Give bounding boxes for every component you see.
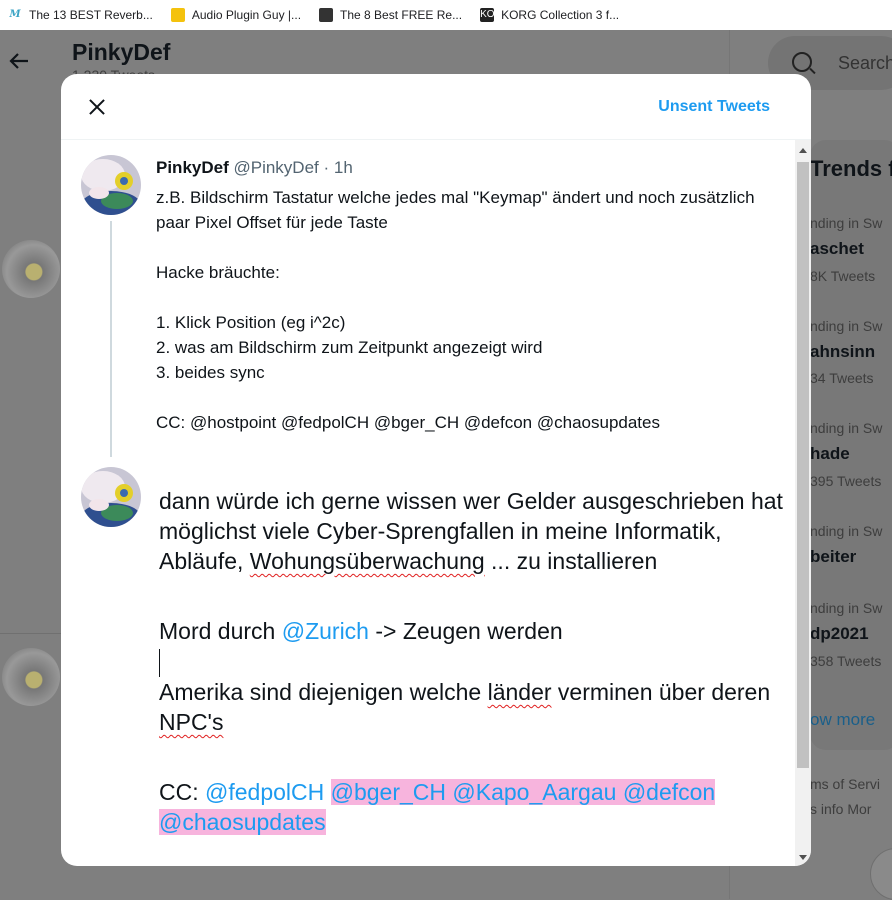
bookmark-1[interactable]: M The 13 BEST Reverb... [8, 8, 153, 22]
bookmark-label: Audio Plugin Guy |... [191, 8, 302, 22]
compose-paragraph: Mord durch @Zurich -> Zeugen werden [159, 616, 784, 646]
avatar[interactable] [81, 467, 141, 527]
audio-plugin-guy-icon [170, 8, 185, 22]
trend-category: nding in Sw [810, 318, 883, 334]
back-arrow-icon[interactable] [8, 50, 30, 72]
misspelled-word[interactable]: länder [488, 679, 552, 705]
compose-blank [159, 737, 784, 777]
footer-terms-link[interactable]: ms of Servi [810, 776, 880, 792]
tweet-author-handle[interactable]: @PinkyDef [233, 158, 318, 177]
tweet-timestamp[interactable]: 1h [334, 158, 353, 177]
profile-name: PinkyDef [72, 39, 171, 65]
misspelled-word[interactable]: Wohungsüberwachung [250, 548, 485, 574]
compose-modal: Unsent Tweets PinkyDef @PinkyDef · 1h z.… [61, 74, 811, 866]
bookmark-label: The 8 Best FREE Re... [340, 8, 463, 22]
korg-icon: KORG [480, 8, 510, 22]
show-more-link[interactable]: ow more [810, 710, 875, 730]
compose-paragraph: dann würde ich gerne wissen wer Gelder a… [159, 486, 784, 576]
bookmark-label: The 13 BEST Reverb... [29, 8, 153, 22]
tweet-author-name[interactable]: PinkyDef [156, 158, 229, 177]
mention[interactable]: @Zurich [282, 618, 369, 644]
misspelled-word[interactable]: NPC's [159, 709, 223, 735]
trend-name[interactable]: hade [810, 444, 850, 464]
trend-category: nding in Sw [810, 215, 883, 231]
bookmark-4[interactable]: KORG KORG Collection 3 f... [480, 8, 619, 22]
tweet-line: Hacke bräuchte: [156, 263, 280, 282]
compose-text: ... zu installieren [484, 548, 658, 574]
avatar[interactable] [2, 648, 60, 706]
tweet-separator: · [323, 158, 330, 177]
tweet-line: 1. Klick Position (eg i^2c) [156, 313, 346, 332]
search-placeholder: Search [838, 53, 892, 73]
trend-count: 358 Tweets [810, 653, 882, 669]
tweet-text: z.B. Bildschirm Tastatur welche jedes ma… [156, 185, 776, 435]
trend-category: nding in Sw [810, 600, 883, 616]
compose-text: CC: [159, 778, 205, 805]
avatar[interactable] [2, 240, 60, 298]
unsent-tweets-button[interactable]: Unsent Tweets [658, 98, 770, 116]
scrollbar-thumb[interactable] [797, 162, 809, 768]
compose-blank [159, 576, 784, 616]
compose-paragraph: Amerika sind diejenigen welche länder ve… [159, 677, 784, 737]
trend-count: 395 Tweets [810, 473, 882, 489]
mention[interactable]: @fedpolCH [205, 779, 324, 805]
footer-info-link[interactable]: s info Mor [810, 801, 871, 817]
tweet-line: 3. beides sync [156, 363, 265, 382]
m-logo-icon: M [9, 9, 21, 20]
bookmark-3[interactable]: The 8 Best FREE Re... [319, 8, 462, 22]
trend-count: 8K Tweets [810, 268, 876, 284]
bookmark-label: KORG Collection 3 f... [501, 8, 620, 22]
trend-name[interactable]: ahnsinn [810, 342, 875, 362]
text-caret [159, 648, 160, 677]
trend-name[interactable]: beiter [810, 547, 856, 567]
trends-title: Trends fo [810, 156, 892, 181]
trend-category: nding in Sw [810, 523, 883, 539]
search-icon [792, 52, 812, 72]
thread-line [110, 221, 112, 457]
trend-name[interactable]: dp2021 [810, 624, 869, 644]
compose-caret-line [159, 646, 784, 677]
compose-text: Amerika sind diejenigen welche [159, 678, 488, 705]
compose-text: Mord durch [159, 618, 282, 644]
scroll-up-arrow-icon[interactable] [799, 148, 807, 153]
trend-category: nding in Sw [810, 420, 883, 436]
close-icon[interactable] [83, 93, 111, 121]
tweet-line: 2. was am Bildschirm zum Zeitpunkt angez… [156, 338, 543, 357]
tweet-line: CC: @hostpoint @fedpolCH @bger_CH @defco… [156, 413, 660, 432]
compose-paragraph: CC: @fedpolCH @bger_CH @Kapo_Aargau @def… [159, 777, 784, 837]
scroll-down-arrow-icon[interactable] [799, 855, 807, 860]
trend-count: 34 Tweets [810, 370, 874, 386]
trend-name[interactable]: aschet [810, 239, 864, 259]
avatar[interactable] [81, 155, 141, 215]
eight-best-icon [319, 8, 334, 22]
compose-textarea[interactable]: dann würde ich gerne wissen wer Gelder a… [159, 486, 784, 837]
bookmark-2[interactable]: Audio Plugin Guy |... [170, 8, 302, 22]
modal-scrollbar[interactable] [795, 140, 811, 866]
tweet-header: PinkyDef @PinkyDef · 1h [156, 158, 353, 178]
tweet-line: z.B. Bildschirm Tastatur welche jedes ma… [156, 188, 755, 232]
compose-text: -> Zeugen werden [368, 618, 563, 644]
bookmarks-bar: M The 13 BEST Reverb... Audio Plugin Guy… [0, 0, 892, 31]
compose-text: verminen über deren [551, 678, 771, 705]
modal-header: Unsent Tweets [61, 74, 811, 140]
